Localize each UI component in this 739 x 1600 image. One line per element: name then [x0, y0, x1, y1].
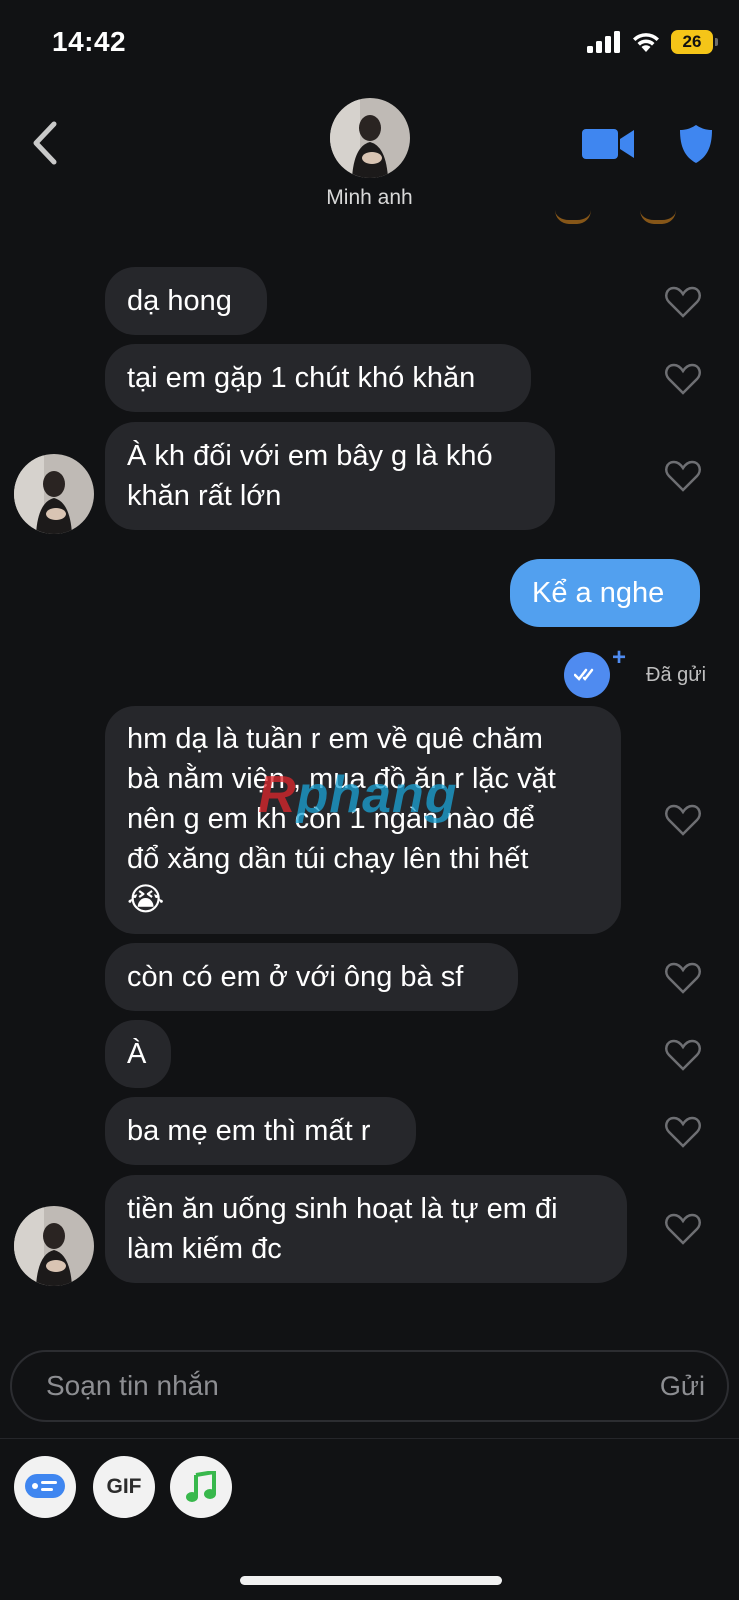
- chat-card-icon: [25, 1474, 65, 1498]
- cellular-signal-icon: [587, 31, 620, 53]
- message-text-line: tiền ăn uống sinh hoạt là tự em đi: [127, 1193, 558, 1225]
- message-text: còn có em ở với ông bà sf: [127, 961, 464, 993]
- message-text: tại em gặp 1 chút khó khăn: [127, 362, 476, 394]
- like-heart-icon[interactable]: [664, 1212, 702, 1246]
- message-bubble-incoming[interactable]: còn có em ở với ông bà sf: [105, 943, 518, 1011]
- gif-label: GIF: [106, 1475, 142, 1498]
- safety-shield-icon[interactable]: [678, 123, 714, 165]
- message-bubble-incoming[interactable]: dạ hong: [105, 267, 267, 335]
- like-heart-icon[interactable]: [664, 362, 702, 396]
- like-heart-icon[interactable]: [664, 803, 702, 837]
- sent-status: Đã gửi: [646, 664, 707, 686]
- message-text-line: làm kiếm đc: [127, 1233, 282, 1265]
- add-plus-icon[interactable]: +: [612, 644, 626, 672]
- message-text-line: hm dạ là tuần r em về quê chăm: [127, 723, 543, 755]
- contact-name[interactable]: Minh anh: [0, 186, 739, 210]
- message-bubble-incoming[interactable]: hm dạ là tuần r em về quê chăm bà nằm vi…: [105, 706, 621, 934]
- message-bubble-incoming[interactable]: ba mẹ em thì mất r: [105, 1097, 416, 1165]
- message-text-line: À kh đối với em bây g là khó: [127, 440, 493, 472]
- toolbar-divider: [0, 1438, 739, 1439]
- scrolled-reaction-fragment: [640, 210, 676, 224]
- music-note-icon: [186, 1471, 216, 1502]
- sender-avatar[interactable]: [14, 1206, 94, 1286]
- video-call-icon[interactable]: [582, 126, 636, 162]
- message-bubble-incoming[interactable]: À: [105, 1020, 171, 1088]
- message-input[interactable]: [46, 1352, 606, 1420]
- message-bubble-incoming[interactable]: tại em gặp 1 chút khó khăn: [105, 344, 531, 412]
- message-text: dạ hong: [127, 285, 232, 317]
- music-button[interactable]: [170, 1456, 232, 1518]
- contact-avatar[interactable]: [330, 98, 410, 178]
- double-check-icon: [574, 668, 594, 681]
- send-button[interactable]: Gửi: [660, 1352, 705, 1420]
- message-text: ba mẹ em thì mất r: [127, 1115, 371, 1147]
- message-bubble-incoming[interactable]: À kh đối với em bây g là khó khăn rất lớ…: [105, 422, 555, 530]
- like-heart-icon[interactable]: [664, 961, 702, 995]
- like-heart-icon[interactable]: [664, 1115, 702, 1149]
- message-text: Kể a nghe: [532, 577, 665, 609]
- message-text-line: bà nằm viện , mua đồ ăn r lặc vặt: [127, 763, 556, 795]
- message-text-line: đổ xăng dần túi chạy lên thi hết: [127, 843, 529, 875]
- like-heart-icon[interactable]: [664, 285, 702, 319]
- sender-avatar[interactable]: [14, 454, 94, 534]
- message-bubble-outgoing[interactable]: Kể a nghe: [510, 559, 700, 627]
- icebreaker-button[interactable]: [14, 1456, 76, 1518]
- like-heart-icon[interactable]: [664, 459, 702, 493]
- profile-photo: [14, 454, 94, 534]
- like-heart-icon[interactable]: [664, 1038, 702, 1072]
- scrolled-reaction-fragment: [555, 210, 591, 224]
- home-indicator[interactable]: [240, 1576, 502, 1585]
- crying-emoji: 😭: [127, 881, 165, 917]
- message-bubble-incoming[interactable]: tiền ăn uống sinh hoạt là tự em đi làm k…: [105, 1175, 627, 1283]
- battery-indicator: 26: [671, 30, 718, 54]
- profile-photo: [14, 1206, 94, 1286]
- message-composer: Gửi: [10, 1350, 729, 1422]
- read-receipt-icon[interactable]: [564, 652, 610, 698]
- back-chevron-icon[interactable]: [26, 118, 66, 168]
- profile-photo: [330, 98, 410, 178]
- message-text-line: khăn rất lớn: [127, 480, 282, 512]
- message-text-line: nên g em kh còn 1 ngàn nào để: [127, 803, 535, 835]
- status-time: 14:42: [52, 26, 127, 57]
- gif-button[interactable]: GIF: [93, 1456, 155, 1518]
- wifi-icon: [633, 33, 659, 52]
- message-text: À: [127, 1038, 147, 1070]
- status-icons: 26: [587, 30, 718, 54]
